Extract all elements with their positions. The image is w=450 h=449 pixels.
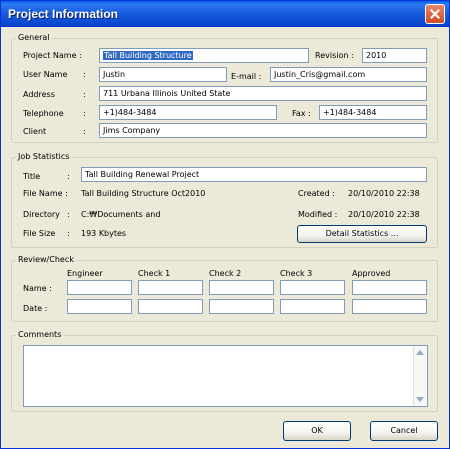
job-statistics-legend: Job Statistics bbox=[16, 152, 72, 161]
check-3-name-field[interactable] bbox=[280, 280, 345, 295]
project-name-field[interactable]: Tall Building Structure bbox=[99, 48, 309, 63]
check-3-date-field[interactable] bbox=[280, 299, 345, 314]
address-field[interactable]: 711 Urbana Illinois United State bbox=[99, 86, 427, 101]
file-size-colon: : bbox=[67, 229, 70, 238]
window-title: Project Information bbox=[8, 7, 119, 21]
fax-field[interactable]: +1)484-3484 bbox=[319, 105, 427, 120]
job-title-field[interactable]: Tall Building Renewal Project bbox=[81, 167, 427, 182]
user-name-field[interactable]: Justin bbox=[99, 67, 227, 82]
file-size-label: File Size bbox=[23, 229, 56, 238]
column-header-check-1: Check 1 bbox=[138, 269, 171, 278]
modified-value: 20/10/2010 22:38 bbox=[348, 210, 420, 219]
modified-label: Modified : bbox=[298, 210, 338, 219]
column-header-engineer: Engineer bbox=[67, 269, 103, 278]
revision-field[interactable]: 2010 bbox=[362, 48, 427, 63]
scroll-down-icon[interactable] bbox=[416, 397, 424, 402]
engineer-date-field[interactable] bbox=[67, 299, 132, 314]
created-value: 20/10/2010 22:38 bbox=[348, 189, 420, 198]
job-title-label: Title bbox=[23, 172, 41, 181]
file-name-value: Tall Building Structure Oct2010 bbox=[81, 189, 206, 198]
ok-button[interactable]: OK bbox=[283, 421, 351, 441]
review-check-legend: Review/Check bbox=[16, 255, 76, 264]
job-title-colon: : bbox=[67, 172, 70, 181]
approved-date-field[interactable] bbox=[352, 299, 427, 314]
directory-value: C:₩Documents and bbox=[81, 210, 161, 219]
cancel-button[interactable]: Cancel bbox=[370, 421, 438, 441]
fax-label: Fax : bbox=[292, 109, 311, 118]
address-colon: : bbox=[83, 90, 86, 99]
file-name-label: File Name : bbox=[23, 189, 68, 198]
review-date-label: Date : bbox=[23, 304, 48, 313]
comments-textarea[interactable] bbox=[23, 345, 428, 407]
comments-legend: Comments bbox=[16, 330, 64, 339]
review-check-group: Review/Check Engineer Check 1 Check 2 Ch… bbox=[11, 255, 438, 322]
job-statistics-group: Job Statistics Title : Tall Building Ren… bbox=[11, 152, 438, 248]
project-information-dialog: Project Information General Project Name… bbox=[0, 0, 450, 449]
detail-statistics-button[interactable]: Detail Statistics ... bbox=[297, 225, 427, 243]
user-name-colon: : bbox=[83, 70, 86, 79]
directory-label: Directory bbox=[23, 210, 60, 219]
telephone-field[interactable]: +1)484-3484 bbox=[99, 105, 277, 120]
title-bar[interactable]: Project Information bbox=[1, 1, 449, 27]
comments-group: Comments bbox=[11, 330, 438, 412]
email-label: E-mail : bbox=[231, 72, 262, 81]
email-field[interactable]: Justin_Cris@gmail.com bbox=[270, 67, 427, 82]
review-name-label: Name : bbox=[23, 284, 52, 293]
client-colon: : bbox=[83, 127, 86, 136]
project-name-label: Project Name : bbox=[23, 51, 82, 60]
client-field[interactable]: Jims Company bbox=[99, 123, 427, 138]
created-label: Created : bbox=[298, 189, 335, 198]
check-1-name-field[interactable] bbox=[138, 280, 203, 295]
check-1-date-field[interactable] bbox=[138, 299, 203, 314]
comments-scrollbar[interactable] bbox=[413, 346, 427, 406]
revision-label: Revision : bbox=[315, 51, 354, 60]
file-size-value: 193 Kbytes bbox=[81, 229, 127, 238]
close-icon[interactable] bbox=[425, 4, 445, 24]
telephone-colon: : bbox=[83, 109, 86, 118]
general-legend: General bbox=[16, 33, 52, 42]
check-2-date-field[interactable] bbox=[209, 299, 274, 314]
column-header-check-2: Check 2 bbox=[209, 269, 242, 278]
user-name-label: User Name bbox=[23, 70, 68, 79]
engineer-name-field[interactable] bbox=[67, 280, 132, 295]
general-group: General Project Name : Tall Building Str… bbox=[11, 33, 438, 143]
client-label: Client bbox=[23, 127, 47, 136]
column-header-approved: Approved bbox=[352, 269, 391, 278]
scroll-up-icon[interactable] bbox=[416, 350, 424, 355]
check-2-name-field[interactable] bbox=[209, 280, 274, 295]
address-label: Address bbox=[23, 90, 55, 99]
telephone-label: Telephone bbox=[23, 109, 64, 118]
column-header-check-3: Check 3 bbox=[280, 269, 313, 278]
directory-colon: : bbox=[67, 210, 70, 219]
approved-name-field[interactable] bbox=[352, 280, 427, 295]
